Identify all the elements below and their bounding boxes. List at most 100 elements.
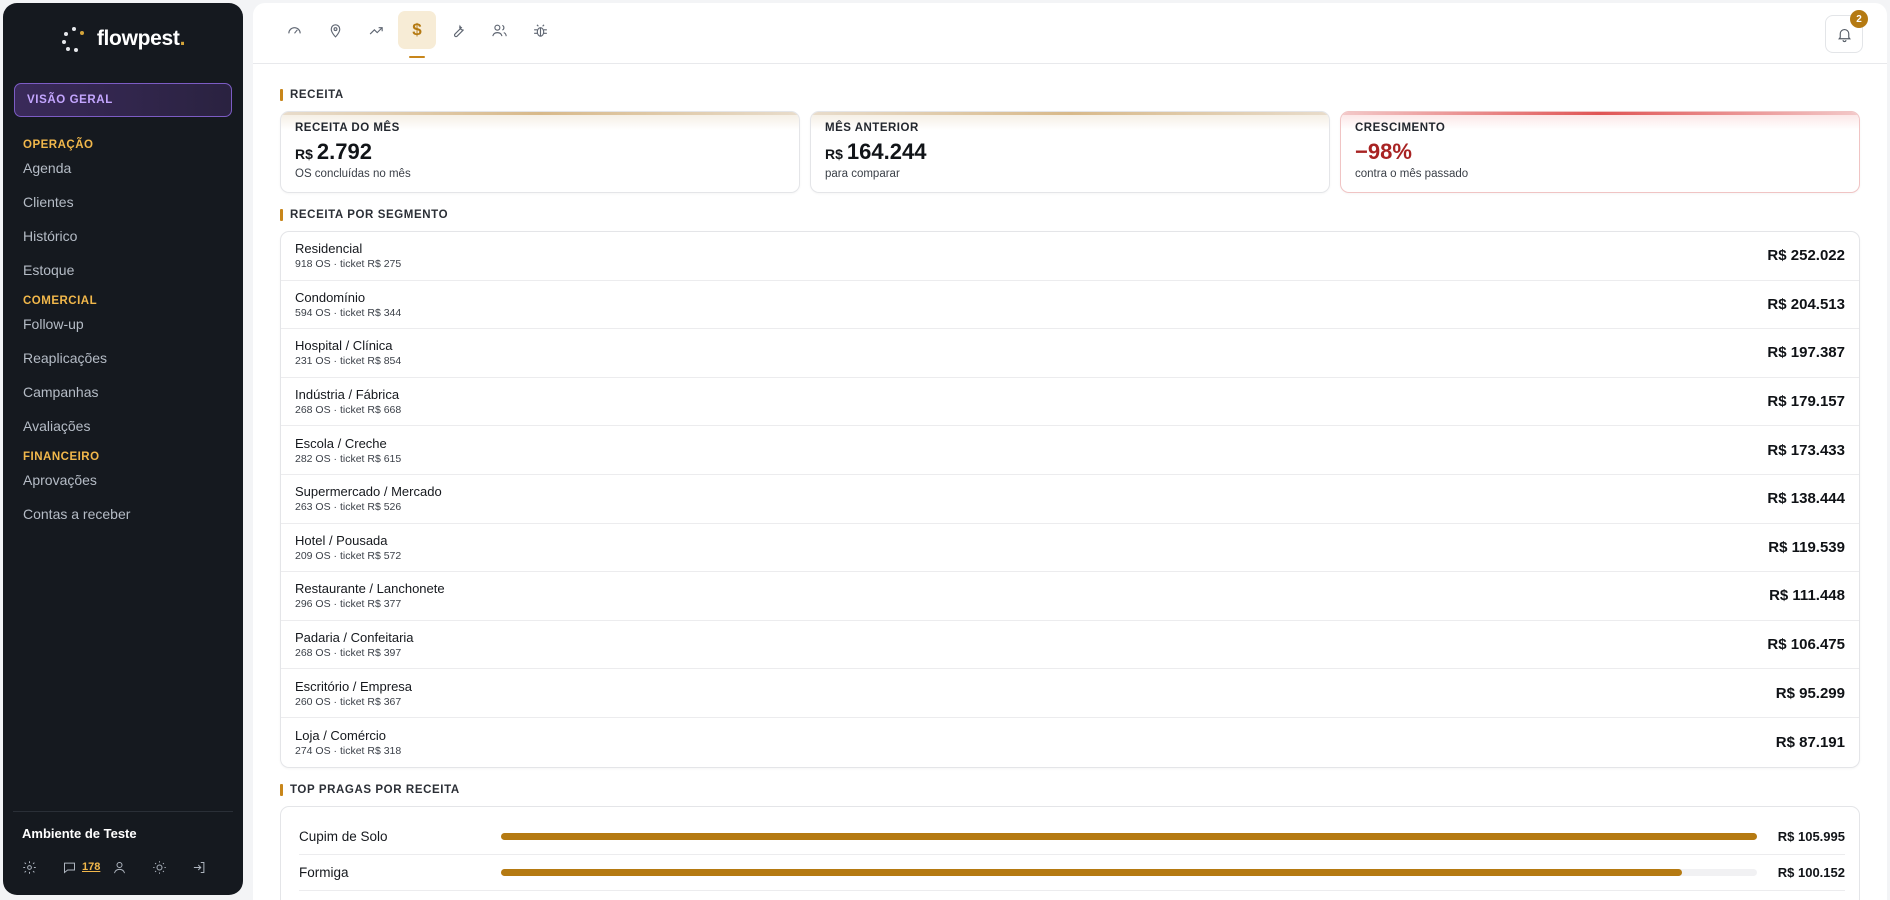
- pest-bar-track: [501, 832, 1757, 840]
- kpi-label: CRESCIMENTO: [1355, 122, 1446, 134]
- nav-item-follow-up[interactable]: Follow-up: [3, 307, 243, 341]
- segment-value: R$ 179.157: [1767, 393, 1845, 411]
- brand[interactable]: flowpest.: [3, 3, 243, 75]
- user-icon[interactable]: [112, 857, 152, 877]
- segment-value: R$ 87.191: [1775, 733, 1845, 751]
- segment-info: Supermercado / Mercado 263 OS · ticket R$…: [295, 484, 442, 513]
- segment-name: Loja / Comércio: [295, 727, 387, 743]
- pest-value: R$ 105.995: [1777, 828, 1845, 844]
- tab-pests[interactable]: [521, 11, 559, 49]
- main-panel: $ 2 RECEITA RECEITA DO MÊS R$ 2.792 OS co: [253, 3, 1887, 900]
- segment-list: Residencial 918 OS · ticket R$ 275 R$ 252.…: [280, 231, 1860, 768]
- segment-info: Loja / Comércio 274 OS · ticket R$ 318: [295, 728, 401, 757]
- segment-row[interactable]: Hospital / Clínica 231 OS · ticket R$ 854…: [281, 329, 1859, 378]
- segment-row[interactable]: Loja / Comércio 274 OS · ticket R$ 318 R$ …: [281, 718, 1859, 767]
- kpi-card-crescimento: CRESCIMENTO −98% contra o mês passado: [1340, 111, 1860, 193]
- kpi-label: RECEITA DO MÊS: [295, 122, 400, 134]
- segment-row[interactable]: Padaria / Confeitaria 268 OS · ticket R$ …: [281, 621, 1859, 670]
- segment-value: R$ 197.387: [1767, 344, 1845, 362]
- segment-meta: 918 OS · ticket R$ 275: [295, 258, 402, 271]
- nav-item-clientes[interactable]: Clientes: [3, 185, 243, 219]
- kpi-value: R$ 2.792: [295, 139, 372, 164]
- dollar-icon: $: [412, 20, 422, 39]
- segment-info: Hospital / Clínica 231 OS · ticket R$ 854: [295, 338, 401, 367]
- segment-row[interactable]: Escritório / Empresa 260 OS · ticket R$ 3…: [281, 669, 1859, 718]
- segment-name: Escritório / Empresa: [295, 678, 413, 694]
- segment-row[interactable]: Supermercado / Mercado 263 OS · ticket R$…: [281, 475, 1859, 524]
- segment-meta: 263 OS · ticket R$ 526: [295, 501, 402, 514]
- kpi-card-mes-anterior: MÊS ANTERIOR R$ 164.244 para comparar: [810, 111, 1330, 193]
- pest-row[interactable]: Formiga R$ 100.152: [299, 855, 1845, 891]
- pest-name: Cupim de Solo: [299, 828, 388, 844]
- segment-name: Padaria / Confeitaria: [295, 630, 414, 646]
- sun-icon[interactable]: [152, 857, 192, 877]
- tab-users[interactable]: [480, 11, 518, 49]
- tab-bar: $: [275, 11, 559, 58]
- segment-info: Escola / Creche 282 OS · ticket R$ 615: [295, 436, 401, 465]
- chat-icon: [64, 862, 75, 874]
- users-icon: [491, 24, 507, 36]
- segment-row[interactable]: Condomínio 594 OS · ticket R$ 344 R$ 204.5…: [281, 281, 1859, 330]
- logo-icon: [61, 26, 87, 52]
- segment-meta: 268 OS · ticket R$ 397: [295, 647, 402, 660]
- sidebar-footer: Ambiente de Teste 178: [13, 811, 233, 895]
- segment-name: Condomínio: [295, 289, 366, 305]
- kpi-value: R$ 164.244: [825, 139, 927, 164]
- nav-item-contas-a-receber[interactable]: Contas a receber: [3, 497, 243, 531]
- nav-item-avaliacoes[interactable]: Avaliações: [3, 409, 243, 443]
- pest-bar-fill: [501, 868, 1682, 876]
- segment-row[interactable]: Indústria / Fábrica 268 OS · ticket R$ 66…: [281, 378, 1859, 427]
- brand-name: flowpest.: [96, 27, 186, 50]
- segment-info: Restaurante / Lanchonete 296 OS · ticket …: [295, 581, 445, 610]
- segment-row[interactable]: Hotel / Pousada 209 OS · ticket R$ 572 R$ …: [281, 524, 1859, 573]
- segment-name: Escola / Creche: [295, 435, 387, 451]
- bell-icon: [1837, 28, 1851, 42]
- segment-meta: 296 OS · ticket R$ 377: [295, 598, 402, 611]
- kpi-subtitle: para comparar: [825, 168, 900, 180]
- logout-icon[interactable]: [192, 857, 232, 877]
- nav-item-reaplicacoes[interactable]: Reaplicações: [3, 341, 243, 375]
- segment-value: R$ 119.539: [1768, 538, 1845, 556]
- segment-meta: 260 OS · ticket R$ 367: [295, 695, 402, 708]
- nav-overview[interactable]: VISÃO GERAL: [14, 83, 232, 117]
- tab-map[interactable]: [316, 11, 354, 49]
- segment-name: Supermercado / Mercado: [295, 484, 442, 500]
- segment-row[interactable]: Restaurante / Lanchonete 296 OS · ticket …: [281, 572, 1859, 621]
- notifications-button[interactable]: 2: [1825, 10, 1868, 53]
- settings-icon[interactable]: [22, 857, 62, 877]
- nav-item-historico[interactable]: Histórico: [3, 219, 243, 253]
- segment-meta: 231 OS · ticket R$ 854: [295, 355, 402, 368]
- nav-section-operacao: OPERAÇÃO: [23, 139, 94, 151]
- nav-item-estoque[interactable]: Estoque: [3, 253, 243, 287]
- pest-row[interactable]: Cupim de Solo R$ 105.995: [299, 819, 1845, 855]
- segment-info: Residencial 918 OS · ticket R$ 275: [295, 241, 401, 270]
- segment-value: R$ 111.448: [1769, 587, 1845, 605]
- environment-name: Ambiente de Teste: [22, 826, 137, 841]
- nav-section-financeiro: FINANCEIRO: [23, 451, 100, 463]
- nav-item-aprovacoes[interactable]: Aprovações: [3, 463, 243, 497]
- tab-revenue[interactable]: $: [398, 11, 436, 58]
- kpi-subtitle: contra o mês passado: [1355, 168, 1469, 180]
- tab-trends[interactable]: [357, 11, 395, 49]
- nav-item-agenda[interactable]: Agenda: [3, 151, 243, 185]
- notification-badge: 2: [1850, 10, 1868, 28]
- wrench-icon: [453, 24, 464, 37]
- kpi-subtitle: OS concluídas no mês: [295, 168, 411, 180]
- segment-row[interactable]: Escola / Creche 282 OS · ticket R$ 615 R$ …: [281, 426, 1859, 475]
- section-title-receita: RECEITA: [280, 87, 1860, 103]
- trend-icon: [369, 26, 383, 34]
- pest-value: R$ 100.152: [1777, 864, 1845, 880]
- segment-name: Hospital / Clínica: [295, 338, 393, 354]
- segment-meta: 268 OS · ticket R$ 668: [295, 404, 402, 417]
- message-count: 178: [82, 861, 101, 873]
- pest-bar-fill: [501, 832, 1757, 840]
- kpi-value: −98%: [1355, 139, 1412, 164]
- messages-button[interactable]: 178: [62, 857, 112, 877]
- content: RECEITA RECEITA DO MÊS R$ 2.792 OS conclu…: [253, 87, 1887, 900]
- segment-row[interactable]: Residencial 918 OS · ticket R$ 275 R$ 252.…: [281, 232, 1859, 281]
- tab-tools[interactable]: [439, 11, 477, 49]
- segment-name: Hotel / Pousada: [295, 532, 388, 548]
- tab-dashboard[interactable]: [275, 11, 313, 49]
- segment-value: R$ 138.444: [1767, 490, 1845, 508]
- nav-item-campanhas[interactable]: Campanhas: [3, 375, 243, 409]
